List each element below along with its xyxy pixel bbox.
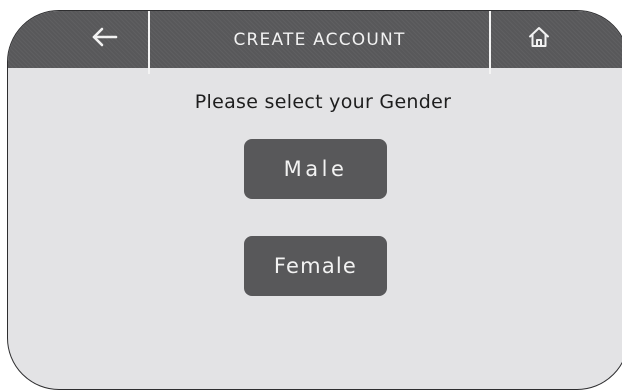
page-title: CREATE ACCOUNT xyxy=(233,29,406,50)
device-screen: CREATE ACCOUNT Please select your Gender… xyxy=(7,10,622,390)
male-button[interactable]: Male xyxy=(244,139,387,199)
female-button[interactable]: Female xyxy=(244,236,387,296)
home-icon xyxy=(527,25,551,54)
home-button[interactable] xyxy=(491,11,587,68)
header-bar: CREATE ACCOUNT xyxy=(8,11,622,68)
header-divider xyxy=(489,11,491,74)
gender-prompt: Please select your Gender xyxy=(194,91,452,113)
back-button[interactable] xyxy=(60,11,148,68)
header-divider xyxy=(148,11,150,74)
arrow-left-icon xyxy=(90,26,118,53)
